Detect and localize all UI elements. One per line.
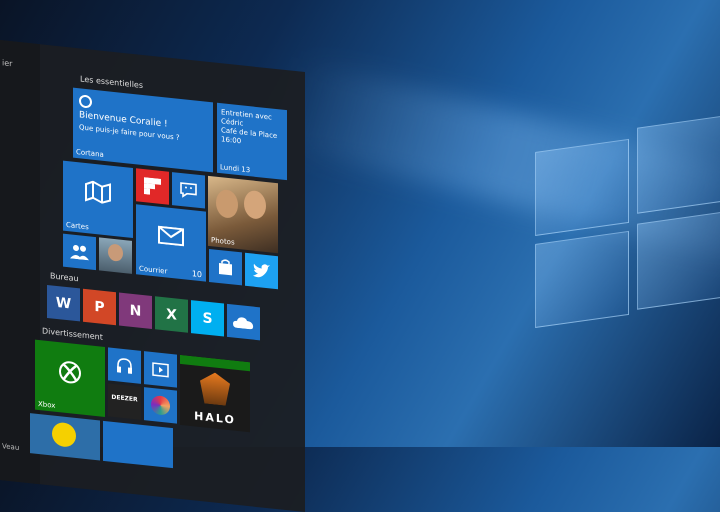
flipboard-icon <box>144 177 161 196</box>
map-icon <box>85 179 111 206</box>
calendar-tile[interactable]: Entretien avec Cédric Café de la Place 1… <box>217 102 287 181</box>
picsart-tile[interactable] <box>144 387 177 424</box>
headphones-icon <box>116 356 133 375</box>
excel-tile[interactable]: X <box>155 296 188 333</box>
feedback-tile[interactable] <box>172 172 205 209</box>
photo-person-1 <box>216 188 238 220</box>
mail-count: 10 <box>191 269 202 280</box>
section-divertissement: Divertissement <box>42 326 103 342</box>
flipboard-tile[interactable] <box>136 168 169 205</box>
halo-label: HALO <box>194 409 236 427</box>
feedback-icon <box>179 181 198 200</box>
halo-helmet-icon <box>200 371 230 406</box>
photos-label: Photos <box>211 236 235 247</box>
maps-tile[interactable]: Cartes <box>63 160 133 238</box>
powerpoint-icon: P <box>94 298 105 316</box>
mail-label: Courrier <box>139 264 168 276</box>
skype-icon: S <box>202 309 213 327</box>
photos-tile[interactable]: Photos <box>208 175 278 254</box>
xbox-banner <box>180 354 250 372</box>
twitter-tile[interactable] <box>245 252 278 290</box>
mail-icon <box>158 225 184 248</box>
maps-label: Cartes <box>66 220 89 232</box>
people-tile[interactable] <box>63 233 96 271</box>
store-tile[interactable] <box>209 248 242 286</box>
contact-photo-tile[interactable] <box>99 237 132 274</box>
cortana-label: Cortana <box>76 147 104 159</box>
store-icon <box>217 258 234 277</box>
cortana-icon <box>79 94 92 109</box>
windows-logo <box>535 113 720 342</box>
video-icon <box>152 361 169 378</box>
photo-person-2 <box>244 189 266 220</box>
mail-tile[interactable]: Courrier 10 <box>136 204 206 282</box>
xbox-tile[interactable]: Xbox <box>35 339 105 418</box>
calendar-line4: 16:00 <box>221 135 242 146</box>
left-rail-top-text: ier <box>2 58 13 69</box>
bottom-tile[interactable] <box>103 420 173 469</box>
excel-icon: X <box>166 305 177 324</box>
word-tile[interactable]: W <box>47 284 80 322</box>
xbox-icon <box>57 358 83 387</box>
deezer-tile[interactable]: DEEZER <box>108 383 141 420</box>
section-essentials: Les essentielles <box>80 74 144 91</box>
xbox-label: Xbox <box>38 399 56 410</box>
twitter-icon <box>252 261 271 280</box>
onedrive-icon <box>233 314 254 329</box>
avatar <box>108 243 123 262</box>
minion-icon <box>52 421 76 448</box>
deezer-label: DEEZER <box>111 393 138 403</box>
picsart-icon <box>151 394 170 416</box>
powerpoint-tile[interactable]: P <box>83 288 116 326</box>
groove-tile[interactable] <box>108 347 141 384</box>
cortana-tile[interactable]: Bienvenue Coralie ! Que puis-je faire po… <box>73 87 213 173</box>
skype-tile[interactable]: S <box>191 300 224 337</box>
halo-tile[interactable]: HALO <box>180 354 250 433</box>
onenote-tile[interactable]: N <box>119 292 152 329</box>
section-bureau: Bureau <box>50 271 79 284</box>
minions-tile[interactable] <box>30 413 100 461</box>
left-rail-bottom-text: Veau <box>2 442 20 453</box>
onenote-icon: N <box>129 302 142 320</box>
calendar-day: Lundi 13 <box>220 163 251 175</box>
start-menu: ier Veau Les essentielles Bienvenue Cora… <box>0 40 305 512</box>
people-icon <box>70 243 89 261</box>
word-icon: W <box>55 294 72 312</box>
movies-tile[interactable] <box>144 351 177 388</box>
onedrive-tile[interactable] <box>227 303 260 341</box>
